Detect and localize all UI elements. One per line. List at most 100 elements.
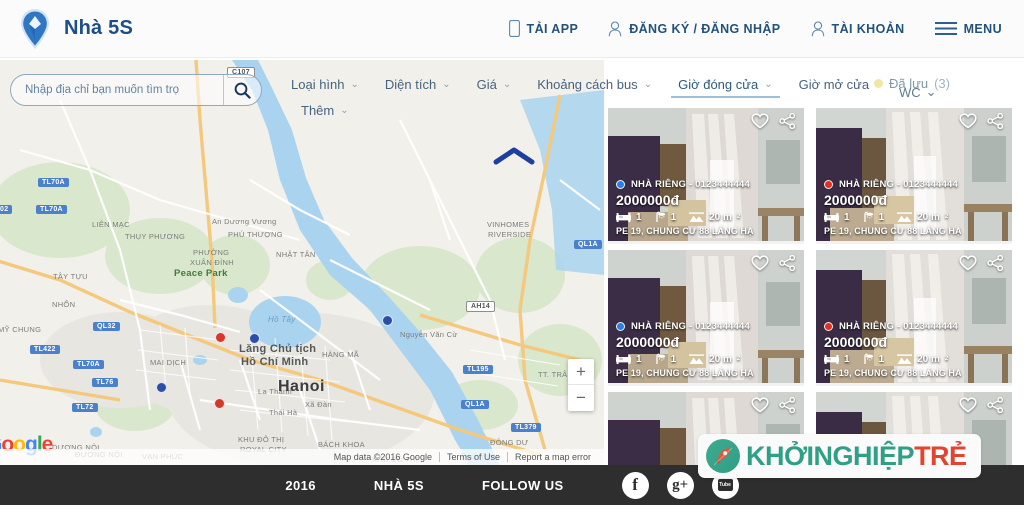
map-zoom-out-button[interactable]: −	[568, 385, 594, 411]
footer-year: 2016	[285, 477, 316, 493]
map-label: Lăng Chủ tịch	[239, 343, 317, 355]
map-label-city: Hanoi	[278, 378, 325, 395]
google-plus-icon[interactable]: g+	[666, 471, 694, 499]
filter-di-n-t-ch[interactable]: Diện tích ⌄	[372, 77, 464, 98]
map-marker[interactable]	[382, 315, 393, 326]
spec-bathrooms: 1	[655, 353, 676, 365]
collapse-chevron-up-icon[interactable]	[492, 146, 536, 166]
search-button[interactable]	[223, 75, 261, 105]
map-label: ĐÔNG DƯ	[490, 438, 529, 447]
filter-label: Giờ đóng cửa	[678, 77, 759, 92]
share-icon[interactable]	[987, 255, 1004, 271]
chevron-down-icon: ⌄	[350, 79, 359, 90]
chevron-down-icon: ⌄	[502, 79, 512, 90]
map-marker[interactable]	[249, 333, 260, 344]
filter-lo-i-h-nh[interactable]: Loại hình ⌄	[278, 77, 372, 98]
filter-gi-[interactable]: Giá ⌄	[464, 77, 525, 98]
nav-item-tai-khoan[interactable]: TÀI KHOẢN	[811, 20, 905, 37]
map-label: KHU ĐÔ THỊ	[238, 435, 285, 444]
map-label: THỤY PHƯƠNG	[125, 232, 186, 241]
map-marker[interactable]	[156, 382, 167, 393]
map-label: QL1A	[461, 400, 489, 409]
filter-wc-label: WC	[899, 84, 921, 100]
map-marker[interactable]	[214, 398, 225, 409]
filter-label: Khoảng cách bus	[537, 77, 638, 92]
favorite-heart-icon[interactable]	[751, 397, 769, 413]
facebook-icon[interactable]: f	[621, 471, 649, 499]
chevron-down-icon: ⌄	[643, 79, 653, 90]
map-label: PHƯỜNG	[193, 248, 230, 257]
shower-icon	[655, 353, 665, 364]
map-label: MỸ CHUNG	[0, 325, 42, 334]
map-label: Hồ Tây	[268, 315, 296, 324]
filter-row-secondary: Thêm ⌄	[288, 98, 1024, 124]
user-icon	[608, 20, 622, 36]
favorite-heart-icon[interactable]	[751, 255, 769, 271]
terms-of-use-link[interactable]: Terms of Use	[438, 452, 507, 462]
share-icon[interactable]	[779, 255, 796, 271]
shower-icon	[863, 353, 873, 364]
card-actions	[751, 397, 796, 413]
map-label: NHẬT TÂN	[276, 250, 316, 259]
share-icon[interactable]	[779, 397, 796, 413]
card-type-phone: NHÀ RIÊNG - 0123444444	[839, 179, 958, 190]
card-price: 2000000đ	[824, 192, 888, 208]
search-box[interactable]	[10, 74, 262, 106]
share-icon[interactable]	[987, 397, 1004, 413]
search-icon	[234, 82, 251, 99]
card-title: NHÀ RIÊNG - 0123444444	[824, 321, 1004, 332]
map-label: QL1A	[574, 240, 602, 249]
spec-bedrooms: 1	[616, 354, 642, 365]
chevron-down-icon: ⌄	[925, 84, 937, 99]
map-pin-logo-icon	[21, 8, 49, 49]
map-label: TL70A	[36, 205, 67, 214]
listing-card[interactable]: NHÀ RIÊNG - 0123444444 2000000đ 1 1 20 m…	[608, 250, 804, 386]
card-specs: 1 1 20 m2	[616, 211, 796, 223]
saved-marker-icon	[874, 79, 883, 88]
card-title: NHÀ RIÊNG - 0123444444	[824, 179, 1004, 190]
map-label: Hồ Chí Minh	[241, 356, 309, 368]
listing-card[interactable]: NHÀ RIÊNG - 0123444444 2000000đ 1 1 20 m…	[816, 108, 1012, 244]
favorite-heart-icon[interactable]	[959, 255, 977, 271]
bed-icon	[824, 354, 839, 364]
map-marker[interactable]	[215, 332, 226, 343]
search-input[interactable]	[25, 84, 223, 96]
card-price: 2000000đ	[616, 334, 680, 350]
map-label: LIÊN MẠC	[92, 220, 130, 229]
favorite-heart-icon[interactable]	[959, 397, 977, 413]
listing-card[interactable]: NHÀ RIÊNG - 0123444444 2000000đ 1 1 20 m…	[608, 108, 804, 244]
map-label: RIVERSIDE	[488, 230, 532, 239]
nav-item-dang-ky-dang-nhap[interactable]: ĐĂNG KÝ / ĐĂNG NHẬP	[608, 20, 781, 37]
spec-bedrooms: 1	[824, 212, 850, 223]
report-map-error-link[interactable]: Report a map error	[506, 452, 598, 462]
nav-item-tai-app[interactable]: TẢI APP	[508, 20, 579, 37]
map-zoom-in-button[interactable]: +	[568, 359, 594, 385]
map-label: TL195	[463, 365, 493, 374]
card-address: PE 19, CHUNG CƯ 88 LÁNG HẠ	[824, 226, 962, 236]
listing-card[interactable]: NHÀ RIÊNG - 0123444444 2000000đ 1 1 20 m…	[816, 250, 1012, 386]
filter-kho-ng-c-ch-bus[interactable]: Khoảng cách bus ⌄	[524, 77, 665, 98]
bed-icon	[616, 212, 631, 222]
filter-th-m[interactable]: Thêm ⌄	[288, 103, 1024, 124]
map-label: HÀNG MÃ	[322, 350, 360, 359]
status-dot-icon	[824, 180, 833, 189]
nav-label: TÀI KHOẢN	[831, 21, 905, 36]
map-label: XUÂN ĐỈNH	[190, 258, 234, 267]
map-zoom-controls[interactable]: + −	[568, 359, 594, 411]
brand-logo[interactable]: Nhà 5S	[18, 7, 133, 51]
map-label: TL70A	[73, 360, 104, 369]
nav-label: ĐĂNG KÝ / ĐĂNG NHẬP	[629, 21, 781, 36]
watermark-part1: KHỞINGHIỆP	[746, 440, 915, 471]
listings-panel[interactable]: NHÀ RIÊNG - 0123444444 2000000đ 1 1 20 m…	[608, 108, 1024, 465]
area-icon	[897, 211, 913, 222]
filter-gi-ng-c-a[interactable]: Giờ đóng cửa ⌄	[665, 77, 786, 98]
spec-area: 20 m2	[689, 354, 740, 365]
filter-label: Giờ mở cửa	[798, 77, 870, 92]
map-label: TL379	[511, 423, 541, 432]
nav-item-menu[interactable]: MENU	[934, 21, 1002, 36]
spec-area: 20 m2	[897, 354, 948, 365]
map-label: BÁCH KHOA	[318, 440, 365, 449]
card-title: NHÀ RIÊNG - 0123444444	[616, 321, 796, 332]
filter-wc[interactable]: WC ⌄	[899, 84, 937, 100]
card-info: NHÀ RIÊNG - 0123444444 2000000đ 1 1 20 m…	[816, 175, 1012, 241]
